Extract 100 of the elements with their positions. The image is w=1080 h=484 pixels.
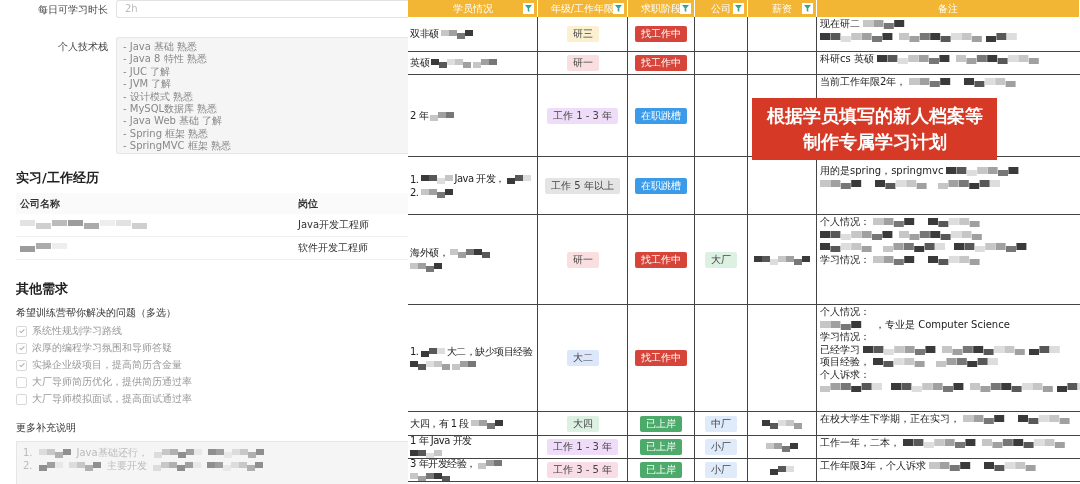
company-tag: 小厂 [705, 462, 737, 478]
filter-icon[interactable] [523, 3, 534, 14]
pixelated-redaction [20, 242, 68, 252]
cell-text: 海外硕， [410, 246, 448, 260]
banner-text: 根据学员填写的新人档案等 [766, 104, 983, 128]
column-title: 年级/工作年限 [550, 1, 615, 16]
remark-text: ，专业是 Computer Science [875, 318, 1010, 331]
status-tag: 在职跳槽 [635, 107, 687, 124]
checkbox-label: 实操企业级项目，提高简历含金量 [32, 358, 182, 372]
checkbox[interactable] [16, 325, 27, 337]
pixelated-redaction [152, 460, 201, 471]
remark-text: 在校大学生下学期，正在实习， [820, 413, 960, 426]
status-tag: 在职跳槽 [635, 177, 687, 194]
grade-tag: 工作 1 - 3 年 [546, 439, 619, 455]
cell-text: 1. [410, 346, 419, 357]
input-field[interactable]: 2h [116, 0, 408, 18]
pixelated-redaction [430, 110, 455, 121]
status-tag: 找工作中 [635, 350, 687, 366]
cell-text: 1. [410, 173, 419, 185]
pixelated-redaction [506, 174, 531, 184]
column-title: 薪资 [772, 1, 792, 16]
checkbox[interactable] [16, 393, 27, 405]
checkbox[interactable] [16, 342, 27, 354]
filter-icon[interactable] [680, 3, 691, 14]
pixelated-redaction [420, 187, 453, 198]
checkbox[interactable] [16, 359, 27, 371]
column-title: 学员情况 [452, 1, 493, 16]
cell-text: 大四，有 1 段 [410, 416, 469, 431]
filter-icon[interactable] [802, 3, 813, 14]
cell-text: Java 开发， [454, 172, 505, 186]
remark-text: 个人情况： [820, 216, 870, 229]
filter-icon[interactable] [733, 3, 744, 14]
field-label: 更多补充说明 [16, 421, 77, 435]
remark-text: 项目经验， [820, 356, 870, 369]
pixelated-redaction [207, 447, 264, 458]
remark-text: 个人情况： [820, 306, 870, 319]
pixelated-redaction [38, 447, 71, 458]
cell-text: 英硕 [410, 56, 429, 70]
remark-text: 用的是spring，springmvc [820, 165, 944, 178]
question-label: 希望训练营帮你解决的问题（多选） [16, 306, 177, 320]
field-label: 个人技术栈 [57, 40, 109, 54]
note-text: 1. [23, 447, 33, 458]
remark-text: 学习情况： [820, 331, 870, 344]
checkbox-label: 系统性规划学习路线 [32, 324, 122, 338]
cell-text: 大二，缺少项目经验 [446, 344, 533, 359]
checkbox-label: 浓厚的编程学习氛围和导师答疑 [32, 341, 172, 355]
grade-tag: 工作 5 年以上 [545, 177, 620, 194]
remark-text: 现在研二 [820, 18, 860, 31]
grade-tag: 研一 [566, 251, 599, 268]
checkbox[interactable] [16, 376, 27, 388]
checkbox-label: 大厂导师简历优化，提供简历通过率 [32, 375, 192, 389]
column-title: 公司 [711, 1, 731, 16]
pixelated-redaction [153, 447, 202, 458]
column-title: 求职阶段 [641, 1, 681, 16]
status-tag: 找工作中 [635, 55, 687, 71]
remark-text: 学习情况： [820, 253, 870, 266]
status-tag: 已上岸 [640, 439, 682, 455]
column-header: 公司名称 [19, 196, 61, 211]
remark-text: 工作一年，二本， [820, 437, 900, 450]
grade-tag: 工作 3 - 5 年 [546, 462, 619, 478]
grade-tag: 大二 [566, 350, 599, 366]
company-tag: 中厂 [705, 415, 737, 432]
pixelated-redaction [410, 360, 450, 370]
field-label: 每日可学习时长 [37, 3, 109, 17]
text-area[interactable]: - Java 基础 熟悉 - Java 8 特性 熟悉 - JUC 了解 - JVM 了解 - 设计模式 熟悉 - MySQL数据库 熟悉 - Java Web 基础 了解 - Spring 框架 熟悉 - SpringMVC 框架 熟悉 [116, 37, 408, 154]
cell-text: 双非硕 [410, 27, 439, 41]
pixelated-redaction [410, 261, 442, 272]
filter-icon[interactable] [613, 3, 624, 14]
pixelated-redaction [420, 346, 445, 357]
note-text: 2. [23, 460, 33, 471]
cell-text: 1 年 Java 开发 [410, 436, 472, 448]
column-title: 备注 [938, 1, 958, 16]
grade-tag: 工作 1 - 3 年 [546, 107, 619, 124]
status-tag: 找工作中 [635, 251, 687, 268]
remark-text: 个人诉求： [820, 368, 870, 381]
cell-text: 2 年 [410, 108, 429, 123]
company-tag: 大厂 [705, 251, 737, 268]
column-header: 岗位 [298, 196, 319, 211]
section-title: 其他需求 [16, 280, 69, 298]
status-tag: 已上岸 [640, 462, 682, 478]
table-cell-text: 软件开发工程师 [298, 241, 369, 255]
pixelated-redaction [770, 465, 794, 475]
table-cell-text: Java开发工程师 [298, 218, 371, 232]
grade-tag: 研三 [566, 26, 599, 42]
pixelated-redaction [450, 248, 490, 258]
pixelated-redaction [452, 360, 476, 370]
company-tag: 小厂 [705, 439, 737, 455]
pixelated-redaction [440, 29, 473, 39]
pixelated-redaction [38, 460, 63, 471]
pixelated-redaction [762, 418, 802, 429]
pixelated-redaction [68, 460, 101, 471]
cell-text: 3 年开发经验， [410, 459, 476, 471]
cell-text: 2. [410, 187, 419, 198]
pixelated-redaction [420, 174, 453, 184]
remark-text: 科研cs 英硕 [820, 53, 874, 66]
banner-text: 制作专属学习计划 [802, 130, 947, 154]
pixelated-redaction [754, 254, 810, 265]
pixelated-redaction [473, 58, 497, 68]
pixelated-redaction [470, 418, 503, 429]
pixelated-redaction [431, 58, 471, 68]
